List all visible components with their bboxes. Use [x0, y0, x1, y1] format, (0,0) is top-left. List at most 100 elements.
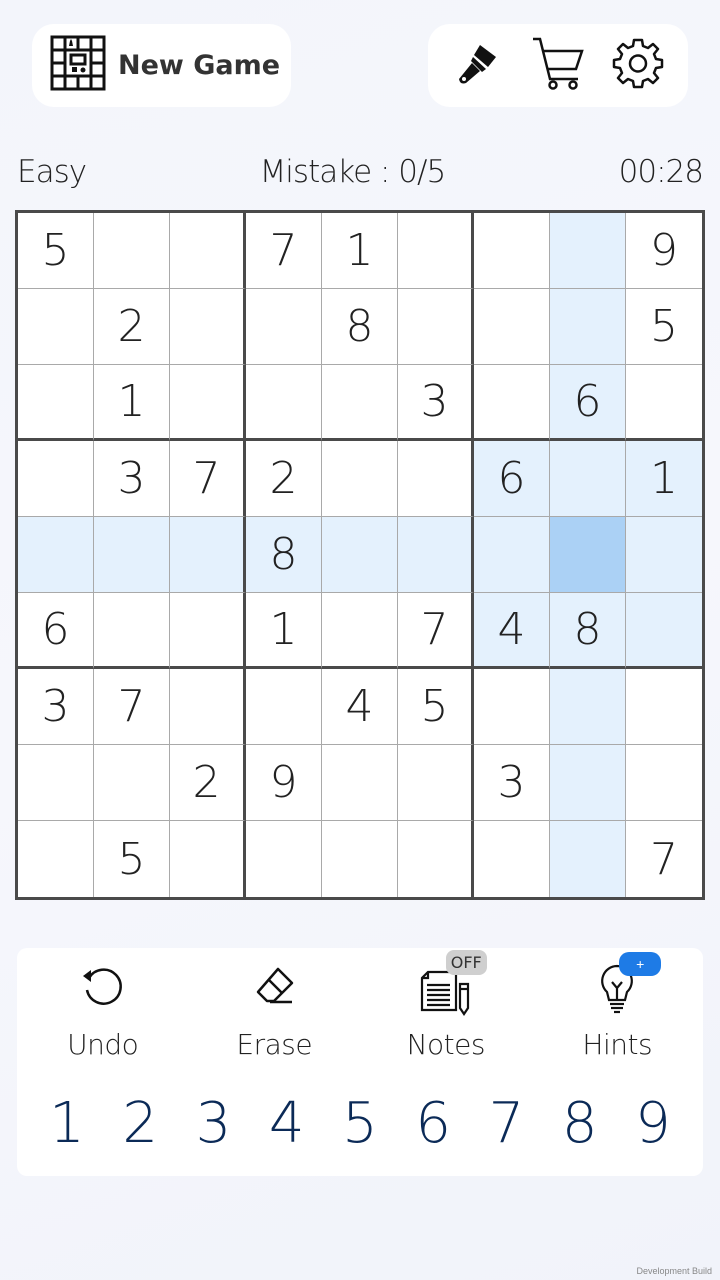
number-button-3[interactable]: 3 — [184, 1091, 244, 1156]
board-cell[interactable] — [398, 517, 474, 593]
board-cell[interactable] — [626, 365, 702, 441]
new-game-button[interactable]: New Game — [32, 24, 291, 107]
board-cell[interactable] — [246, 289, 322, 365]
board-cell[interactable] — [550, 289, 626, 365]
board-cell[interactable] — [18, 289, 94, 365]
board-cell[interactable] — [398, 289, 474, 365]
board-cell[interactable]: 9 — [246, 745, 322, 821]
notes-button[interactable]: OFF Notes — [371, 950, 521, 1061]
board-cell[interactable]: 1 — [626, 441, 702, 517]
board-cell[interactable] — [94, 593, 170, 669]
board-cell[interactable] — [246, 821, 322, 897]
undo-button[interactable]: Undo — [28, 960, 178, 1061]
board-cell[interactable]: 3 — [94, 441, 170, 517]
board-cell[interactable] — [550, 213, 626, 289]
number-button-2[interactable]: 2 — [110, 1091, 170, 1156]
board-cell[interactable]: 6 — [474, 441, 550, 517]
board-cell[interactable]: 3 — [398, 365, 474, 441]
board-cell[interactable]: 5 — [18, 213, 94, 289]
board-cell[interactable] — [170, 517, 246, 593]
board-cell[interactable] — [322, 517, 398, 593]
board-cell[interactable]: 1 — [94, 365, 170, 441]
board-cell[interactable] — [322, 745, 398, 821]
board-cell[interactable]: 7 — [626, 821, 702, 897]
board-cell[interactable] — [170, 365, 246, 441]
board-cell[interactable] — [170, 213, 246, 289]
number-button-5[interactable]: 5 — [330, 1091, 390, 1156]
board-cell[interactable] — [170, 289, 246, 365]
shop-button[interactable] — [528, 36, 588, 96]
board-cell[interactable] — [170, 593, 246, 669]
board-cell[interactable]: 5 — [398, 669, 474, 745]
board-cell[interactable] — [18, 745, 94, 821]
board-cell[interactable]: 7 — [398, 593, 474, 669]
board-cell[interactable]: 7 — [246, 213, 322, 289]
board-cell[interactable] — [246, 365, 322, 441]
board-cell[interactable]: 1 — [246, 593, 322, 669]
board-cell[interactable]: 8 — [322, 289, 398, 365]
board-cell[interactable] — [94, 745, 170, 821]
board-cell[interactable]: 7 — [170, 441, 246, 517]
board-cell[interactable] — [322, 365, 398, 441]
board-cell[interactable] — [550, 441, 626, 517]
board-cell[interactable] — [170, 821, 246, 897]
board-cell[interactable]: 4 — [474, 593, 550, 669]
number-button-7[interactable]: 7 — [477, 1091, 537, 1156]
board-cell[interactable] — [474, 821, 550, 897]
board-cell[interactable] — [474, 365, 550, 441]
board-cell[interactable] — [18, 365, 94, 441]
board-cell[interactable]: 8 — [550, 593, 626, 669]
board-cell[interactable] — [550, 745, 626, 821]
board-cell[interactable] — [18, 517, 94, 593]
board-cell[interactable] — [322, 821, 398, 897]
board-cell[interactable] — [550, 821, 626, 897]
board-cell[interactable]: 2 — [170, 745, 246, 821]
board-cell[interactable] — [626, 745, 702, 821]
board-cell[interactable] — [18, 821, 94, 897]
board-cell[interactable] — [474, 669, 550, 745]
board-cell[interactable] — [398, 441, 474, 517]
board-cell[interactable] — [474, 517, 550, 593]
board-cell[interactable]: 6 — [18, 593, 94, 669]
board-cell[interactable]: 1 — [322, 213, 398, 289]
board-cell[interactable] — [474, 213, 550, 289]
selected-cell[interactable] — [550, 517, 626, 593]
board-cell[interactable]: 2 — [94, 289, 170, 365]
erase-button[interactable]: Erase — [199, 960, 349, 1061]
theme-button[interactable] — [448, 36, 508, 96]
board-cell[interactable] — [626, 669, 702, 745]
number-button-9[interactable]: 9 — [623, 1091, 683, 1156]
number-button-4[interactable]: 4 — [257, 1091, 317, 1156]
number-button-1[interactable]: 1 — [37, 1091, 97, 1156]
hints-button[interactable]: + Hints — [542, 952, 692, 1061]
board-cell[interactable] — [626, 517, 702, 593]
board-cell[interactable] — [550, 669, 626, 745]
board-cell[interactable] — [94, 213, 170, 289]
board-cell[interactable] — [18, 441, 94, 517]
controls-panel: Undo Erase OFF Notes + Hints 1 2 3 4 5 6… — [17, 948, 703, 1176]
board-cell[interactable]: 8 — [246, 517, 322, 593]
board-cell[interactable]: 5 — [94, 821, 170, 897]
board-cell[interactable] — [94, 517, 170, 593]
settings-button[interactable] — [608, 36, 668, 96]
board-cell[interactable]: 5 — [626, 289, 702, 365]
board-cell[interactable]: 4 — [322, 669, 398, 745]
board-cell[interactable] — [246, 669, 322, 745]
board-cell[interactable]: 7 — [94, 669, 170, 745]
number-button-8[interactable]: 8 — [550, 1091, 610, 1156]
board-cell[interactable]: 3 — [474, 745, 550, 821]
board-cell[interactable] — [626, 593, 702, 669]
board-cell[interactable] — [398, 745, 474, 821]
board-cell[interactable]: 3 — [18, 669, 94, 745]
number-button-6[interactable]: 6 — [403, 1091, 463, 1156]
board-cell[interactable] — [322, 441, 398, 517]
board-cell[interactable] — [398, 821, 474, 897]
board-cell[interactable]: 9 — [626, 213, 702, 289]
board-cell[interactable]: 2 — [246, 441, 322, 517]
board-cell[interactable] — [398, 213, 474, 289]
board-cell[interactable] — [474, 289, 550, 365]
board-cell[interactable] — [322, 593, 398, 669]
add-hints-badge[interactable]: + — [619, 952, 662, 976]
board-cell[interactable]: 6 — [550, 365, 626, 441]
board-cell[interactable] — [170, 669, 246, 745]
